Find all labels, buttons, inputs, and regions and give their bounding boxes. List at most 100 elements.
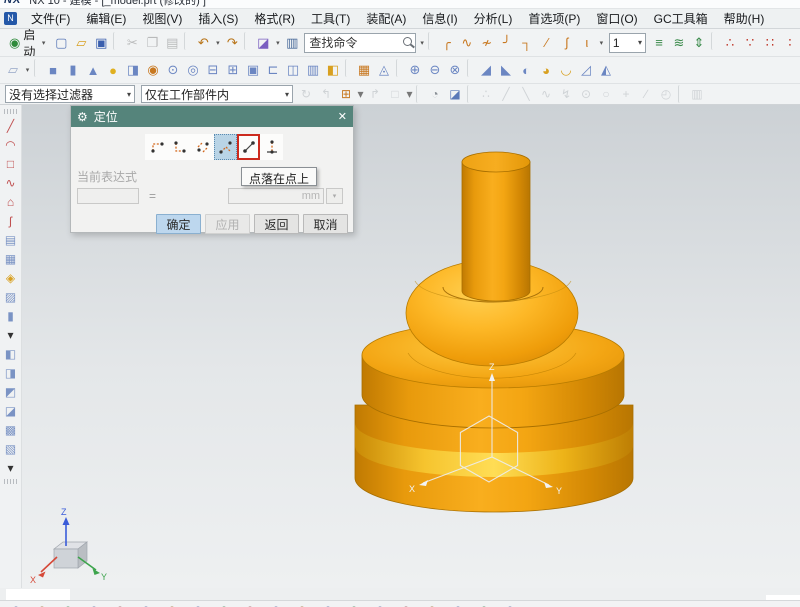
rectangle-icon[interactable]: □ [1, 154, 21, 173]
studio-spline-icon[interactable]: ∿ [1, 173, 21, 192]
select-region-icon[interactable]: ⊞ [336, 85, 356, 103]
make-coplanar-icon[interactable]: ʃ [557, 32, 577, 54]
back-button[interactable]: 返回 [254, 214, 299, 234]
snap-point-on-curve-icon[interactable]: ∕ [636, 85, 656, 103]
bottom-toolbar-icon[interactable]: ▪ [62, 601, 74, 607]
search-icon[interactable] [401, 35, 415, 51]
bottom-toolbar-icon[interactable]: ▪ [426, 601, 438, 607]
law-extension-icon[interactable]: ◩ [1, 382, 21, 401]
bottom-toolbar-icon[interactable]: ▪ [348, 601, 360, 607]
open-folder-icon[interactable]: ▱ [71, 32, 91, 54]
bottom-toolbar-icon[interactable]: ▪ [296, 601, 308, 607]
parallel-constraint-button[interactable] [191, 134, 214, 160]
cylinder-icon[interactable]: ▮ [63, 59, 83, 81]
helix-icon[interactable]: ʃ [1, 211, 21, 230]
cone-icon[interactable]: ▲ [83, 59, 103, 81]
snap-midpoint-icon[interactable]: ╲ [516, 85, 536, 103]
wcs-display-icon[interactable]: ∶ [780, 32, 800, 54]
ok-button[interactable]: 确定 [156, 214, 201, 234]
make-symmetric-icon[interactable]: ι [577, 32, 597, 54]
pad-icon[interactable]: ⊞ [223, 59, 243, 81]
offset-region-icon[interactable]: ≁ [477, 32, 497, 54]
bottom-toolbar-icon[interactable]: ▪ [374, 601, 386, 607]
redo-icon[interactable]: ↷ [222, 32, 242, 54]
toolbar-drag-handle[interactable] [3, 109, 18, 114]
menu-item-5[interactable]: 工具(T) [303, 8, 358, 29]
close-icon[interactable]: ✕ [338, 110, 347, 123]
search-dropdown-icon[interactable]: ▾ [418, 39, 426, 47]
undo-dropdown[interactable]: ▾ [213, 32, 222, 54]
draft-icon[interactable]: ◭ [596, 59, 616, 81]
resize-blend-icon[interactable]: ┐ [517, 32, 537, 54]
split-body-icon[interactable]: ◣ [496, 59, 516, 81]
hole-icon[interactable]: ⊙ [163, 59, 183, 81]
bottom-toolbar-icon[interactable]: ▪ [88, 601, 100, 607]
ruled-surface-icon[interactable]: ▤ [1, 230, 21, 249]
search-input[interactable] [305, 33, 402, 52]
sphere-icon[interactable]: ● [103, 59, 123, 81]
menu-item-10[interactable]: 窗口(O) [588, 8, 645, 29]
pattern-feature-icon[interactable]: ▦ [354, 59, 374, 81]
rail-more2-dropdown[interactable]: ▾ [1, 458, 21, 477]
selection-scope-combo[interactable]: 仅在工作部件内 ▾ [141, 85, 293, 103]
snap-intersection-icon[interactable]: ↯ [556, 85, 576, 103]
profile-icon[interactable]: ⌂ [1, 192, 21, 211]
datum-csys-icon[interactable]: ◈ [1, 268, 21, 287]
shaded-ball-icon[interactable]: ◔ [425, 85, 445, 103]
highlight-related-icon[interactable]: ↻ [296, 85, 316, 103]
snap-point-on-face-icon[interactable]: ◴ [656, 85, 676, 103]
point-onto-line-button[interactable] [260, 134, 283, 160]
bottom-toolbar-icon[interactable]: ▪ [504, 601, 516, 607]
swept-icon[interactable]: ▨ [1, 287, 21, 306]
dialog-title-bar[interactable]: ⚙ 定位 ✕ [71, 106, 353, 127]
extrude-icon[interactable]: ◨ [123, 59, 143, 81]
menu-item-0[interactable]: 文件(F) [23, 8, 78, 29]
start-button[interactable]: ◉ 启动 ▾ [3, 29, 51, 56]
work-layer-combo[interactable]: 1 ▾ [608, 32, 646, 53]
menu-item-6[interactable]: 装配(A) [358, 8, 414, 29]
sync-more-dropdown[interactable]: ▾ [597, 32, 606, 54]
command-finder-icon[interactable]: ▥ [282, 32, 302, 54]
wcs-rotate-icon[interactable]: ∵ [740, 32, 760, 54]
snap-pole-icon[interactable]: ∿ [536, 85, 556, 103]
copy-icon[interactable]: ❐ [142, 32, 162, 54]
intersect-icon[interactable]: ⊗ [445, 59, 465, 81]
datum-plane-dropdown[interactable]: ▾ [23, 59, 32, 81]
part-navigator-icon[interactable]: ▥ [687, 85, 707, 103]
expression-value-field[interactable]: mm [228, 188, 325, 204]
menu-item-2[interactable]: 视图(V) [134, 8, 190, 29]
bottom-toolbar-icon[interactable]: ▪ [270, 601, 282, 607]
cut-icon[interactable]: ✂ [122, 32, 142, 54]
menu-item-8[interactable]: 分析(L) [466, 8, 521, 29]
delete-face-icon[interactable]: ∕ [537, 32, 557, 54]
revolve-icon[interactable]: ◉ [143, 59, 163, 81]
bottom-toolbar-icon[interactable]: ▪ [36, 601, 48, 607]
expression-name-field[interactable] [77, 188, 139, 204]
pocket-icon[interactable]: ⊟ [203, 59, 223, 81]
block-icon[interactable]: ■ [43, 59, 63, 81]
bottom-toolbar-icon[interactable]: ▪ [478, 601, 490, 607]
rectangle-select-icon[interactable]: □ [385, 85, 405, 103]
new-file-icon[interactable]: ▢ [51, 32, 71, 54]
pull-face-icon[interactable]: ∿ [457, 32, 477, 54]
arc-icon[interactable]: ◠ [1, 135, 21, 154]
paste-icon[interactable]: ▤ [162, 32, 182, 54]
offset-surface-icon[interactable]: ◪ [1, 401, 21, 420]
wcs-orient-icon[interactable]: ∷ [760, 32, 780, 54]
horizontal-constraint-button[interactable] [145, 134, 168, 160]
menu-item-11[interactable]: GC工具箱 [646, 8, 716, 29]
lasso-icon[interactable]: ↱ [365, 85, 385, 103]
wcs-dynamics-icon[interactable]: ∴ [720, 32, 740, 54]
trim-body-icon[interactable]: ◢ [476, 59, 496, 81]
thread-icon[interactable]: ▥ [303, 59, 323, 81]
edge-blend-icon[interactable]: ◡ [556, 59, 576, 81]
snap-scattered-icon[interactable]: ∴ [476, 85, 496, 103]
snap-existing-point-icon[interactable]: + [616, 85, 636, 103]
layer-visible-in-view-icon[interactable]: ≋ [669, 32, 689, 54]
offset-face-icon[interactable]: ◐ [516, 59, 536, 81]
tube-icon[interactable]: ▮ [1, 306, 21, 325]
menu-item-3[interactable]: 插入(S) [190, 8, 246, 29]
menu-item-7[interactable]: 信息(I) [414, 8, 465, 29]
point-onto-point-button[interactable] [237, 134, 260, 160]
extension-surface-icon[interactable]: ◨ [1, 363, 21, 382]
